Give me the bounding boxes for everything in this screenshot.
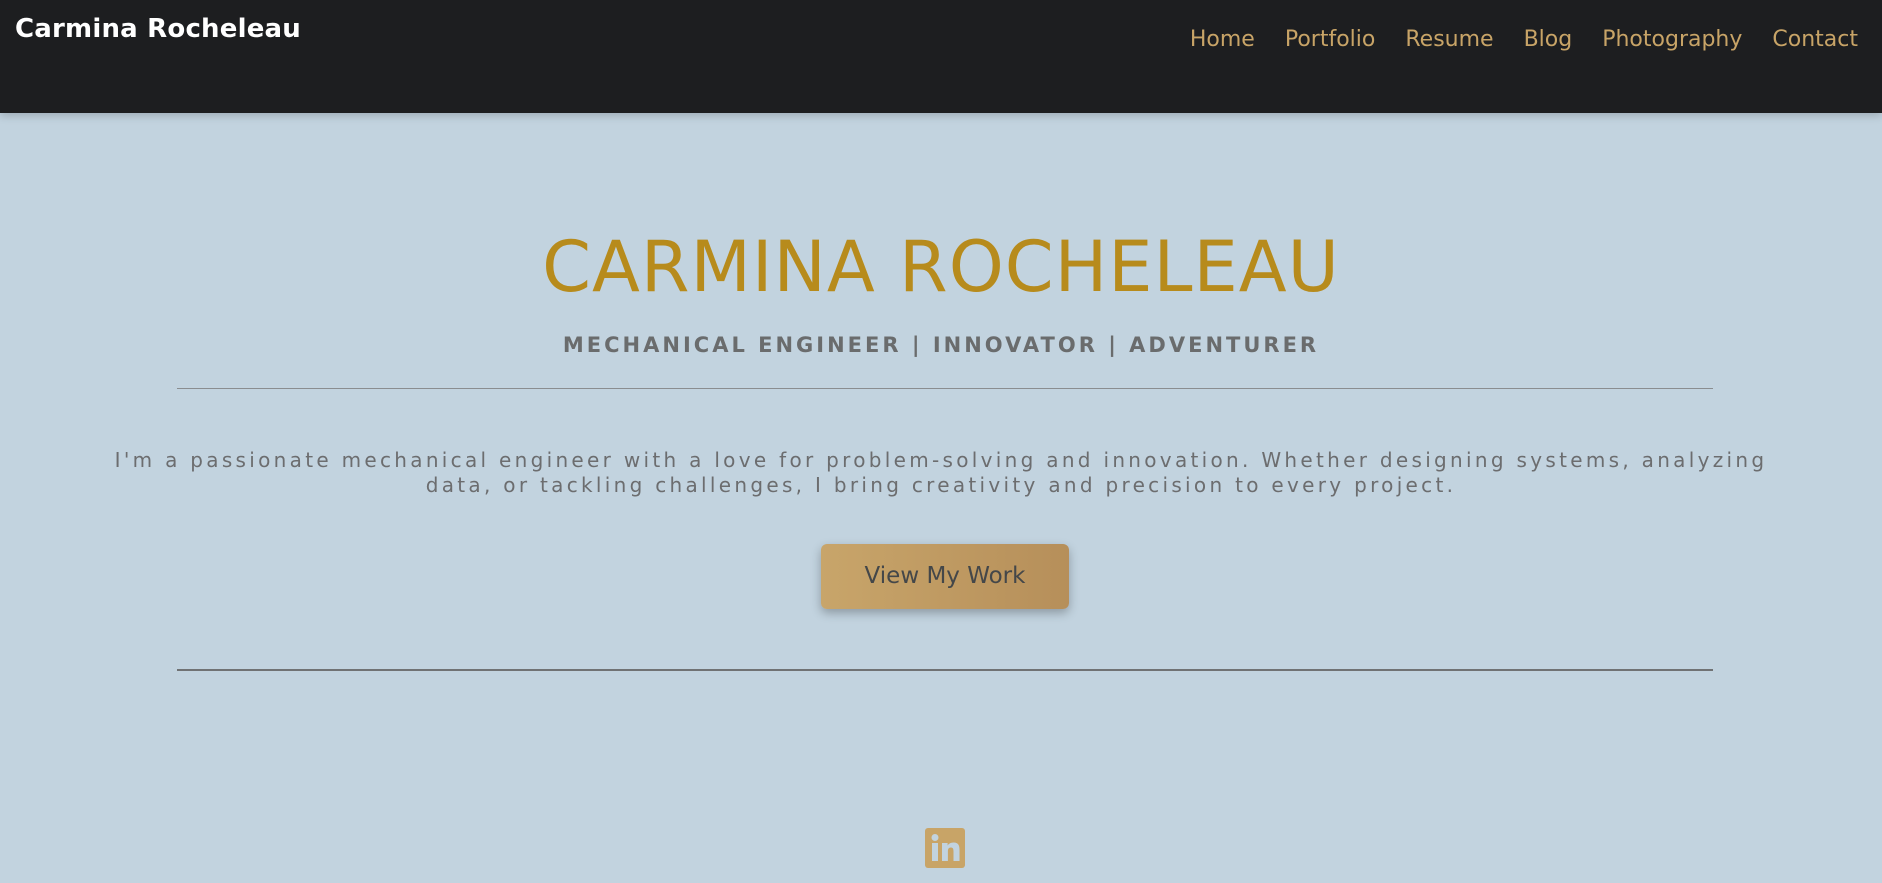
hero-title: CARMINA ROCHELEAU xyxy=(542,226,1340,308)
bottom-divider xyxy=(177,669,1713,671)
hero-subtitle: MECHANICAL ENGINEER | INNOVATOR | ADVENT… xyxy=(562,333,1320,357)
nav-link-photography[interactable]: Photography xyxy=(1602,27,1742,52)
linkedin-icon xyxy=(925,828,965,868)
nav-link-portfolio[interactable]: Portfolio xyxy=(1285,27,1376,52)
nav-item-photography: Photography xyxy=(1602,27,1742,52)
nav-item-resume: Resume xyxy=(1405,27,1493,52)
top-divider xyxy=(177,388,1713,389)
site-header: Carmina Rocheleau Home Portfolio Resume … xyxy=(0,0,1882,113)
nav-link-resume[interactable]: Resume xyxy=(1405,27,1493,52)
nav-list: Home Portfolio Resume Blog Photography C… xyxy=(1190,27,1858,52)
brand-logo-link[interactable]: Carmina Rocheleau xyxy=(15,14,301,44)
linkedin-link[interactable] xyxy=(925,828,965,868)
nav-item-portfolio: Portfolio xyxy=(1285,27,1376,52)
nav-link-home[interactable]: Home xyxy=(1190,27,1255,52)
nav-item-home: Home xyxy=(1190,27,1255,52)
nav-link-blog[interactable]: Blog xyxy=(1524,27,1573,52)
nav-item-blog: Blog xyxy=(1524,27,1573,52)
hero-intro-text: I'm a passionate mechanical engineer wit… xyxy=(114,448,1768,497)
nav-link-contact[interactable]: Contact xyxy=(1772,27,1858,52)
nav-item-contact: Contact xyxy=(1772,27,1858,52)
view-my-work-button[interactable]: View My Work xyxy=(821,544,1069,609)
